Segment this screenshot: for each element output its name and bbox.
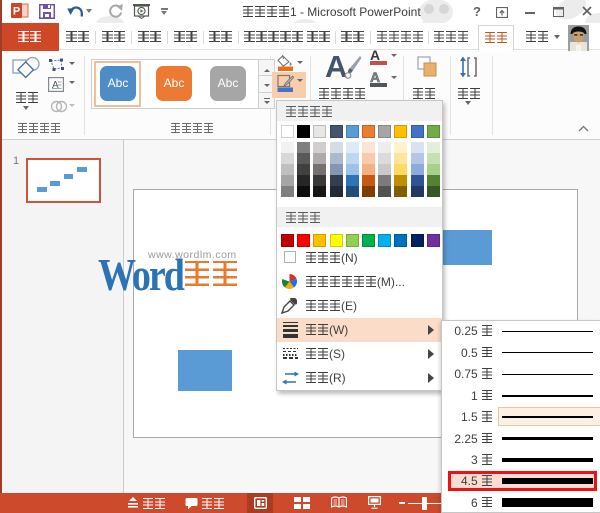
svg-text:A: A <box>52 80 59 91</box>
svg-text:P: P <box>13 6 20 18</box>
